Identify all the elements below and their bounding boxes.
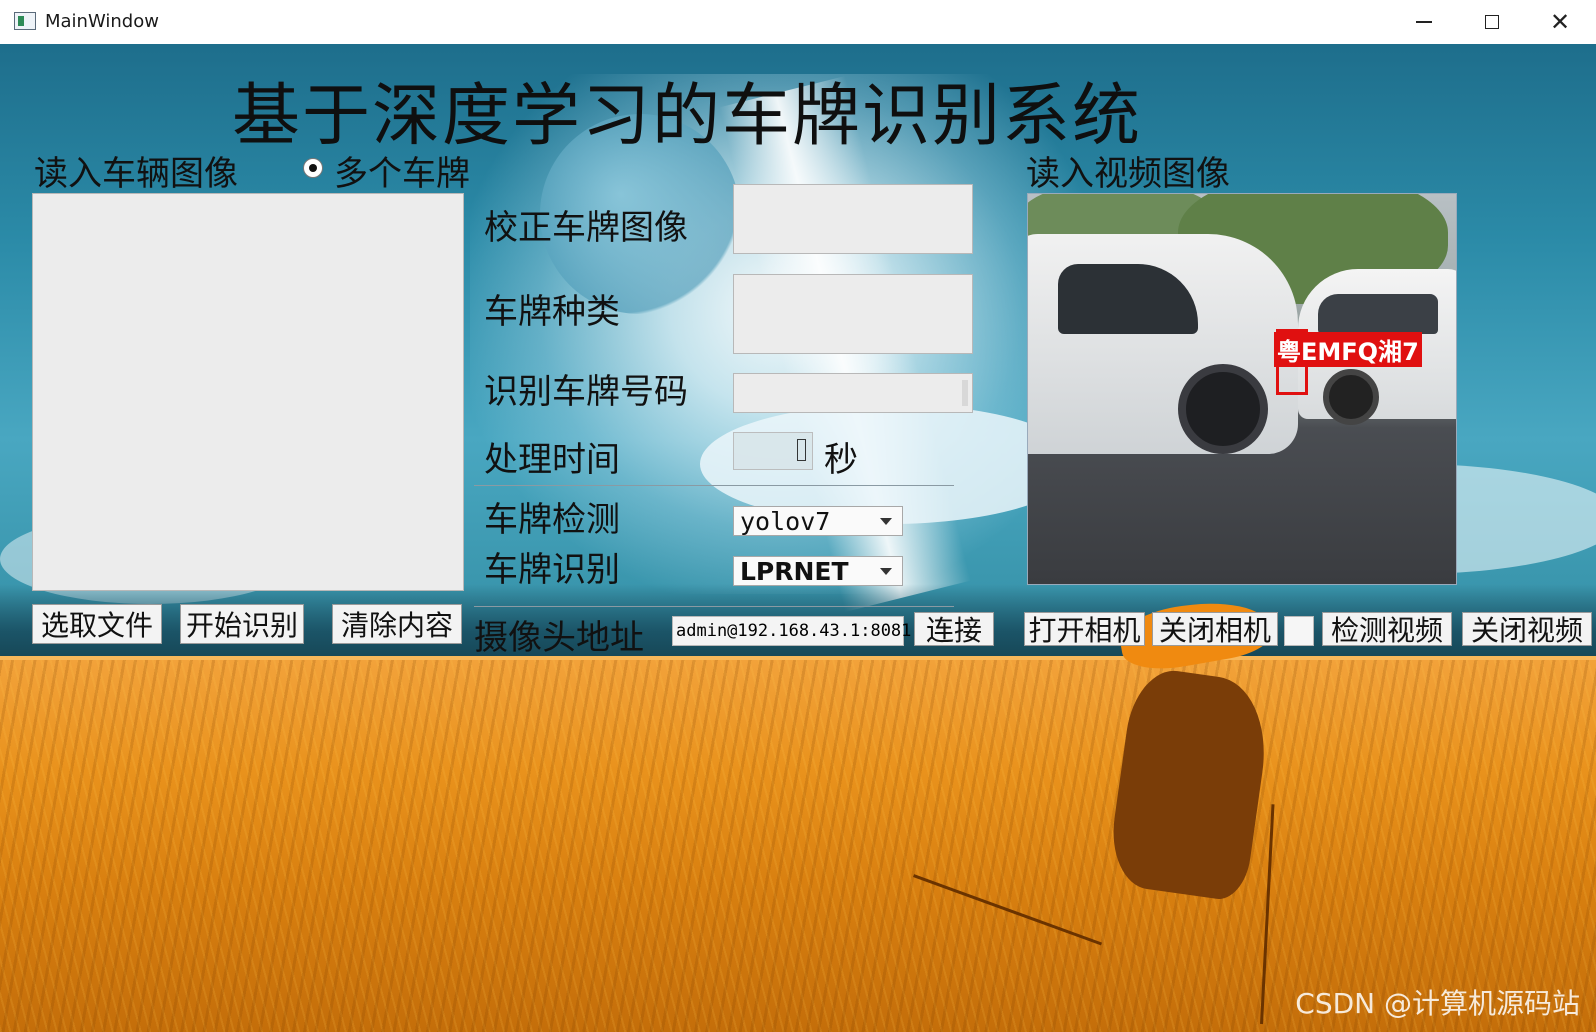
video-display: 粤EMFQ湘7 [1027, 193, 1457, 585]
start-recognition-button[interactable]: 开始识别 [180, 604, 304, 644]
read-video-image-label: 读入视频图像 [1026, 154, 1230, 194]
main-window-client: 基于深度学习的车牌识别系统 读入车辆图像 多个车牌 校正车牌图像 车牌种类 识别… [0, 44, 1596, 1032]
background-wheat-field [0, 660, 1596, 1032]
plate-detection-label: 粤EMFQ湘7 [1274, 332, 1422, 367]
plate-detect-model-select[interactable]: yolov7 [733, 506, 903, 536]
corrected-plate-label: 校正车牌图像 [484, 208, 688, 248]
plate-recog-label: 车牌识别 [484, 550, 620, 590]
video-car-wheel [1178, 364, 1268, 454]
video-car-wheel [1323, 369, 1379, 425]
video-option-checkbox[interactable] [1284, 616, 1314, 646]
camera-address-label: 摄像头地址 [474, 618, 644, 658]
process-time-label: 处理时间 [484, 440, 620, 480]
window-title: MainWindow [45, 11, 159, 32]
close-camera-button[interactable]: 关闭相机 [1152, 612, 1278, 647]
plate-type-label: 车牌种类 [484, 292, 620, 332]
plate-type-display [733, 274, 973, 354]
plate-recog-model-value: LPRNET [740, 556, 849, 586]
plate-number-label: 识别车牌号码 [484, 372, 688, 412]
chevron-down-icon [880, 568, 892, 575]
camera-address-value: admin@192.168.43.1:8081 [676, 621, 912, 641]
plate-detect-label: 车牌检测 [484, 500, 620, 540]
separator-line [474, 606, 954, 607]
plate-number-field[interactable] [733, 373, 973, 413]
chevron-down-icon [880, 518, 892, 525]
process-time-display [733, 432, 813, 470]
clear-content-button[interactable]: 清除内容 [332, 604, 462, 644]
detect-video-button[interactable]: 检测视频 [1322, 612, 1452, 647]
plate-detect-model-value: yolov7 [740, 506, 831, 536]
video-car-window [1318, 294, 1438, 334]
minimize-button[interactable] [1390, 0, 1458, 44]
app-title: 基于深度学习的车牌识别系统 [232, 77, 1143, 156]
multi-plate-radio[interactable] [303, 158, 323, 178]
process-time-digit-placeholder [797, 439, 806, 461]
plate-number-scrollbar[interactable] [962, 380, 968, 406]
minimize-icon [1416, 21, 1432, 23]
seconds-unit-label: 秒 [824, 440, 858, 480]
maximize-icon [1485, 15, 1499, 29]
open-camera-button[interactable]: 打开相机 [1024, 612, 1145, 647]
csdn-watermark: CSDN @计算机源码站 [1295, 987, 1580, 1020]
connect-button[interactable]: 连接 [914, 612, 994, 647]
corrected-plate-display [733, 184, 973, 254]
read-vehicle-image-label: 读入车辆图像 [34, 154, 238, 194]
close-button[interactable]: ✕ [1526, 0, 1594, 44]
maximize-button[interactable] [1458, 0, 1526, 44]
select-file-button[interactable]: 选取文件 [32, 604, 162, 644]
camera-address-input[interactable]: admin@192.168.43.1:8081 [672, 616, 911, 646]
window-titlebar: MainWindow ✕ [0, 0, 1596, 45]
separator-line [474, 485, 954, 486]
app-window-icon [14, 12, 36, 30]
vehicle-image-display [32, 193, 464, 591]
close-icon: ✕ [1549, 8, 1571, 36]
multi-plate-label[interactable]: 多个车牌 [334, 146, 470, 195]
close-video-button[interactable]: 关闭视频 [1462, 612, 1592, 647]
plate-recog-model-select[interactable]: LPRNET [733, 556, 903, 586]
